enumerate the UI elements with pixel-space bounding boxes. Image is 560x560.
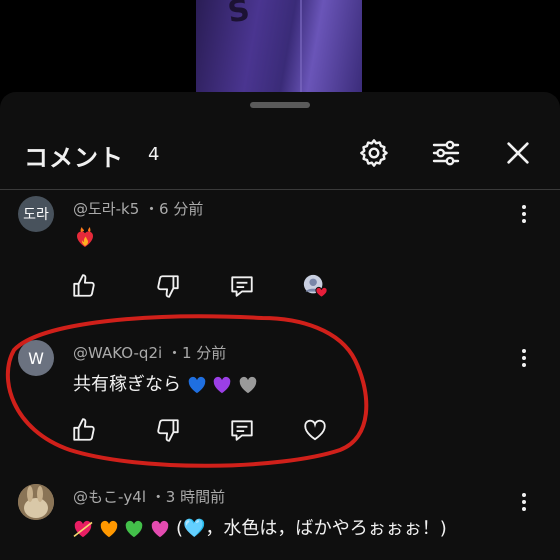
thumbs-down-icon: [157, 419, 179, 442]
more-vert-icon: [522, 204, 526, 225]
blue-heart-emoji: [188, 376, 206, 394]
drag-handle[interactable]: [250, 102, 310, 108]
purple-heart-emoji: [214, 376, 231, 394]
dislike-button[interactable]: [154, 272, 182, 300]
video-thumbnail: S: [196, 0, 362, 92]
comment-text: (🩵，水色は，ばかやろぉぉぉ！): [73, 514, 447, 540]
comment-meta: @도라-k5 ・6 分前: [73, 198, 203, 219]
heart-button[interactable]: [301, 416, 329, 444]
comment-item: 도라 @도라-k5 ・6 分前: [0, 192, 560, 310]
more-vert-icon: [522, 348, 526, 369]
like-button[interactable]: [70, 416, 98, 444]
comment-text: [73, 226, 97, 250]
thumbs-down-icon: [157, 275, 179, 298]
close-icon: [507, 142, 529, 164]
comments-count: 4: [148, 144, 160, 165]
avatar[interactable]: [18, 484, 54, 520]
comments-header: コメント 4: [0, 124, 560, 180]
filter-button[interactable]: [429, 136, 463, 170]
reply-button[interactable]: [228, 416, 256, 444]
reply-icon: [231, 276, 253, 297]
comment-author[interactable]: @도라-k5: [73, 200, 139, 218]
more-options-button[interactable]: [512, 202, 536, 226]
comment-item: W @WAKO-q2i ・1 分前 共有稼ぎなら: [0, 336, 560, 456]
comment-text: 共有稼ぎなら: [73, 370, 258, 396]
comment-meta: @WAKO-q2i ・1 分前: [73, 342, 226, 363]
comment-meta: @もこ-y4l ・3 時間前: [73, 486, 225, 507]
heart-with-arrow-emoji: [73, 520, 93, 538]
more-options-button[interactable]: [512, 346, 536, 370]
thumbs-up-icon: [73, 418, 95, 441]
comment-time: ・6 分前: [144, 200, 204, 218]
pink-heart-emoji: [151, 520, 169, 538]
settings-button[interactable]: [357, 136, 391, 170]
dislike-button[interactable]: [154, 416, 182, 444]
avatar[interactable]: W: [18, 340, 54, 376]
green-heart-emoji: [126, 520, 143, 538]
close-button[interactable]: [501, 136, 535, 170]
thumbs-up-icon: [73, 274, 95, 297]
creator-avatar-icon: [303, 274, 328, 298]
comment-author[interactable]: @WAKO-q2i: [73, 344, 162, 362]
comment-author[interactable]: @もこ-y4l: [73, 488, 146, 506]
heart-on-fire-emoji: [77, 227, 93, 247]
more-options-button[interactable]: [512, 490, 536, 514]
comment-item: @もこ-y4l ・3 時間前 (🩵，水色は，ばかやろぉぉぉ！): [0, 480, 560, 560]
sliders-icon: [432, 140, 460, 166]
comment-text-plain: (🩵，水色は，ばかやろぉぉぉ！): [175, 518, 447, 539]
rabbit-avatar-icon: [18, 484, 54, 520]
comment-text-plain: 共有稼ぎなら: [73, 374, 181, 395]
like-button[interactable]: [70, 272, 98, 300]
comment-time: ・3 時間前: [150, 488, 226, 506]
comments-title: コメント: [24, 144, 124, 172]
reply-icon: [231, 420, 253, 441]
grey-heart-emoji: [239, 376, 257, 394]
comment-time: ・1 分前: [166, 344, 227, 362]
more-vert-icon: [522, 492, 526, 513]
orange-heart-emoji: [100, 520, 118, 538]
header-divider: [0, 189, 560, 190]
gear-icon: [360, 139, 388, 167]
reply-button[interactable]: [228, 272, 256, 300]
heart-icon: [304, 419, 326, 441]
creator-heart-badge[interactable]: [301, 272, 329, 300]
avatar[interactable]: 도라: [18, 196, 54, 232]
